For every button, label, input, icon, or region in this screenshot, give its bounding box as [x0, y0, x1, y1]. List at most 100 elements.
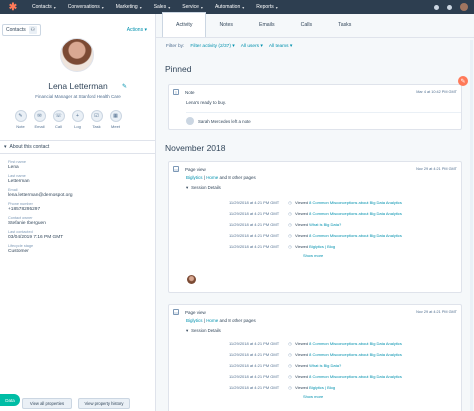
pinned-note-card[interactable]: ≡ Note Mar 4 at 10:42 PM GMT Lena's read…: [168, 84, 462, 130]
email-action-button[interactable]: ✉ Email: [33, 110, 46, 129]
activity-timestamp: Nov 29 at 4:21 PM GMT: [416, 167, 457, 171]
nav-automation[interactable]: Automation ▾: [215, 4, 244, 10]
property-last-contacted[interactable]: Last contacted 03/04/2019 7:16 PM GMT: [8, 230, 148, 240]
filter-label: Filter by:: [166, 44, 185, 49]
pinned-heading: Pinned: [165, 64, 192, 74]
filter-users-dropdown[interactable]: All users ▾: [241, 44, 263, 49]
call-action-button[interactable]: ☏ Call: [52, 110, 65, 129]
property-label: Last contacted: [8, 230, 33, 234]
visit-list: 11/29/2018 at 4:21 PM GMT ◷ Viewed 8 Commo…: [169, 197, 461, 252]
tab-notes[interactable]: Notes: [206, 13, 246, 37]
property-first-name[interactable]: First name Lena: [8, 160, 148, 170]
clock-icon: ◷: [288, 352, 292, 357]
nav-marketing[interactable]: Marketing ▾: [116, 4, 142, 10]
property-value: lena.letterman@demospot.org: [8, 193, 73, 198]
task-icon: ☑: [90, 110, 103, 122]
actions-dropdown[interactable]: Actions ▾: [127, 27, 147, 33]
chevron-down-icon: ▾: [275, 4, 278, 10]
pin-icon[interactable]: ✎: [458, 76, 468, 86]
property-value: Letterman: [8, 179, 30, 184]
visit-page-link[interactable]: 8 Common Misconceptions about Big Data A…: [309, 352, 402, 357]
visit-row: 11/29/2018 at 4:21 PM GMT ◷ Viewed Biglyti…: [229, 382, 461, 393]
session-details-toggle[interactable]: ▾ Session Details: [186, 328, 461, 334]
visit-page-link[interactable]: 8 Common Misconceptions about Big Data A…: [309, 211, 402, 216]
contacts-back-button[interactable]: Contacts ⚇: [2, 24, 41, 36]
actions-label: Actions: [126, 27, 144, 33]
account-avatar[interactable]: [460, 3, 468, 11]
meet-action-button[interactable]: ▦ Meet: [109, 110, 122, 129]
visit-page-link[interactable]: 8 Common Misconceptions about Big Data A…: [309, 200, 402, 205]
email-icon: ✉: [33, 110, 46, 122]
nav-label: Reports: [256, 4, 274, 10]
nav-sales[interactable]: Sales ▾: [154, 4, 171, 10]
page-view-card[interactable]: ▭ Page view Nov 29 at 4:21 PM GMT Biglyt…: [168, 161, 462, 293]
session-details-toggle[interactable]: ▾ Session Details: [186, 185, 461, 191]
filter-activity-dropdown[interactable]: Filter activity (2/37) ▾: [190, 44, 234, 49]
visit-prefix: Viewed: [295, 233, 309, 238]
chat-button[interactable]: Data: [0, 394, 20, 406]
nav-label: Marketing: [115, 4, 138, 10]
visit-list: 11/29/2018 at 4:21 PM GMT ◷ Viewed 8 Commo…: [169, 338, 461, 393]
show-more-link[interactable]: Show more: [303, 394, 461, 399]
hubspot-logo-icon[interactable]: ✱: [6, 0, 20, 14]
note-icon: ✎: [14, 110, 27, 122]
tab-tasks[interactable]: Tasks: [325, 13, 364, 37]
visit-page-link[interactable]: 8 Common Misconceptions about Big Data A…: [309, 374, 402, 379]
chevron-down-icon: ▾: [101, 4, 104, 10]
clock-icon: ◷: [288, 341, 292, 346]
note-action-button[interactable]: ✎ Note: [14, 110, 27, 129]
visit-page-link[interactable]: Biglytics | Blog: [309, 385, 335, 390]
filter-teams-dropdown[interactable]: All teams ▾: [269, 44, 292, 49]
nav-service[interactable]: Service ▾: [182, 4, 203, 10]
clock-icon: ◷: [288, 363, 292, 368]
visit-row: 11/29/2018 at 4:21 PM GMT ◷ Viewed Biglyti…: [229, 241, 461, 252]
contact-sidebar: Contacts ⚇ Actions ▾ Lena Letterman ✎ Fi…: [0, 14, 156, 411]
site-link[interactable]: Biglytics: [186, 175, 203, 180]
notifications-icon[interactable]: [447, 4, 452, 10]
tab-activity[interactable]: Activity: [162, 12, 207, 37]
search-icon[interactable]: [434, 4, 439, 10]
property-lifecycle-stage[interactable]: Lifecycle stage Customer: [8, 244, 148, 254]
contact-avatar[interactable]: [60, 38, 94, 72]
show-more-link[interactable]: Show more: [303, 253, 461, 258]
nav-label: Sales: [153, 4, 167, 10]
calendar-icon: ▦: [109, 110, 122, 122]
edit-pencil-icon[interactable]: ✎: [122, 83, 127, 90]
property-label: Lifecycle stage: [8, 244, 34, 248]
more-pages-text: and 8 other pages: [219, 318, 256, 323]
task-action-button[interactable]: ☑ Task: [90, 110, 103, 129]
visit-page-link[interactable]: What is Big Data?: [309, 363, 341, 368]
property-owner[interactable]: Contact owner Stefanie Iberguen: [8, 216, 148, 226]
property-last-name[interactable]: Last name Letterman: [8, 174, 148, 184]
property-email[interactable]: Email lena.letterman@demospot.org: [8, 188, 148, 198]
page-link[interactable]: Home: [206, 318, 218, 323]
clock-icon: ◷: [288, 222, 292, 227]
property-value: Lena: [8, 165, 19, 170]
log-action-button[interactable]: + Log: [71, 110, 84, 129]
page-view-card[interactable]: ▭ Page view Nov 29 at 4:21 PM GMT Biglyt…: [168, 304, 462, 411]
view-property-history-button[interactable]: View property history: [78, 398, 130, 409]
about-section-toggle[interactable]: ▾ About this contact: [4, 144, 49, 150]
view-all-properties-button[interactable]: View all properties: [22, 398, 72, 409]
scrollbar[interactable]: [470, 40, 473, 411]
nav-conversations[interactable]: Conversations ▾: [68, 4, 104, 10]
action-label: Email: [34, 124, 45, 129]
site-link[interactable]: Biglytics: [186, 318, 203, 323]
tab-calls[interactable]: Calls: [288, 13, 326, 37]
nav-contacts[interactable]: Contacts ▾: [32, 4, 56, 10]
visit-page-link[interactable]: 8 Common Misconceptions about Big Data A…: [309, 341, 402, 346]
action-label: Call: [55, 124, 62, 129]
visit-page-link[interactable]: What is Big Data?: [309, 222, 341, 227]
nav-reports[interactable]: Reports ▾: [256, 4, 278, 10]
tab-emails[interactable]: Emails: [246, 13, 288, 37]
visit-prefix: Viewed: [295, 374, 309, 379]
visit-page-link[interactable]: 8 Common Misconceptions about Big Data A…: [309, 233, 402, 238]
more-pages-text: and 8 other pages: [219, 175, 256, 180]
property-label: Email: [8, 188, 18, 192]
action-label: Meet: [111, 124, 120, 129]
page-link[interactable]: Home: [206, 175, 218, 180]
property-phone[interactable]: Phone number +18578295297: [8, 202, 148, 212]
person-icon: ⚇: [28, 26, 37, 34]
visit-row: 11/29/2018 at 4:21 PM GMT ◷ Viewed 8 Commo…: [229, 371, 461, 382]
visit-page-link[interactable]: Biglytics | Blog: [309, 244, 335, 249]
